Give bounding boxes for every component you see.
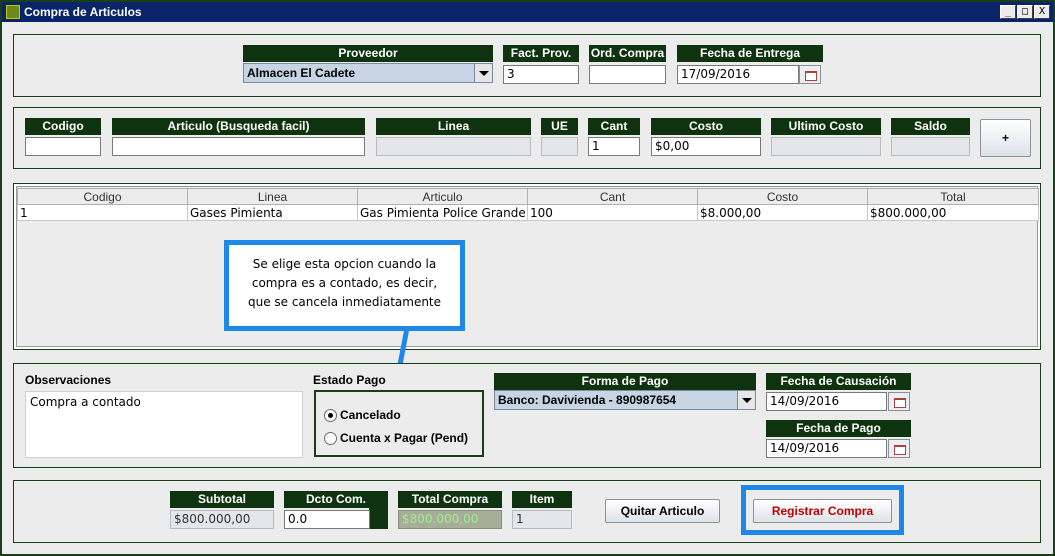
total-compra-header: Total Compra [398, 491, 502, 508]
dcto-input[interactable]: 0.0 [284, 510, 370, 529]
proveedor-value: Almacen El Cadete [247, 66, 356, 80]
registrar-compra-button[interactable]: Registrar Compra [753, 499, 892, 523]
column-header-cant[interactable]: Cant [527, 188, 698, 205]
compra-window: Compra de Articulos _ □ X Proveedor Alma… [0, 0, 1055, 556]
cell-costo[interactable]: $8.000,00 [697, 204, 868, 221]
estado-pago-label: Estado Pago [313, 373, 386, 387]
fecha-causacion-header: Fecha de Causación [766, 373, 911, 390]
costo-header: Costo [651, 118, 761, 135]
annotation-callout: Se elige esta opcion cuando la compra es… [224, 240, 465, 331]
linea-header: Linea [376, 118, 531, 135]
calendar-icon[interactable] [799, 65, 821, 84]
proveedor-header: Proveedor [243, 45, 493, 62]
app-icon [6, 5, 20, 19]
codigo-header: Codigo [25, 118, 101, 135]
callout-line-1: Se elige esta opcion cuando la [252, 257, 437, 271]
observaciones-label: Observaciones [25, 373, 112, 387]
cant-header: Cant [588, 118, 640, 135]
forma-pago-header: Forma de Pago [494, 373, 756, 390]
title-bar: Compra de Articulos _ □ X [2, 2, 1053, 22]
proveedor-select[interactable]: Almacen El Cadete [243, 63, 493, 83]
estado-pago-group [314, 390, 484, 457]
callout-line-2: compra es a contado, es decir, [251, 276, 438, 290]
forma-pago-value: Banco: Davivienda - 890987654 [498, 393, 677, 407]
fact-prov-input[interactable]: 3 [503, 65, 579, 84]
item-count-header: Item [512, 491, 572, 508]
ord-compra-input[interactable] [589, 65, 666, 84]
chevron-down-icon[interactable] [737, 391, 755, 409]
linea-field [376, 137, 531, 156]
column-header-articulo[interactable]: Articulo [357, 188, 528, 205]
table-row[interactable]: 1 Gases Pimienta Gas Pimienta Police Gra… [17, 204, 1039, 221]
chevron-down-icon[interactable] [474, 64, 492, 82]
items-table: Codigo Linea Articulo Cant Costo Total 1… [17, 188, 1039, 221]
articulo-search-input[interactable] [112, 137, 365, 156]
costo-input[interactable]: $0,00 [651, 137, 761, 156]
callout-line-3: que se cancela inmediatamente [247, 295, 442, 309]
radio-cancelado[interactable] [324, 409, 337, 422]
fecha-pago-input[interactable]: 14/09/2016 [766, 439, 887, 458]
cant-input[interactable]: 1 [588, 137, 640, 156]
fecha-entrega-header: Fecha de Entrega [677, 45, 823, 62]
subtotal-header: Subtotal [170, 491, 274, 508]
saldo-header: Saldo [891, 118, 970, 135]
total-compra-field: $800.000,00 [398, 510, 502, 529]
observaciones-textarea[interactable]: Compra a contado [25, 391, 303, 458]
cell-total[interactable]: $800.000,00 [867, 204, 1039, 221]
fact-prov-header: Fact. Prov. [503, 45, 579, 62]
ultimo-costo-field [771, 137, 881, 156]
minimize-button[interactable]: _ [1000, 5, 1016, 19]
add-item-button[interactable]: + [980, 119, 1031, 157]
radio-cancelado-label[interactable]: Cancelado [340, 408, 401, 422]
ord-compra-header: Ord. Compra [589, 45, 666, 62]
column-header-total[interactable]: Total [867, 188, 1039, 205]
articulo-header: Articulo (Busqueda facil) [112, 118, 365, 135]
window-title: Compra de Articulos [24, 5, 142, 19]
fecha-pago-header: Fecha de Pago [766, 420, 911, 437]
radio-cuenta-pagar[interactable] [324, 432, 337, 445]
fecha-causacion-input[interactable]: 14/09/2016 [766, 392, 887, 411]
codigo-input[interactable] [25, 137, 101, 156]
cell-linea[interactable]: Gases Pimienta [187, 204, 358, 221]
maximize-button[interactable]: □ [1017, 5, 1033, 19]
item-count-field: 1 [512, 510, 572, 529]
dcto-accent [369, 508, 388, 529]
quitar-articulo-button[interactable]: Quitar Articulo [605, 499, 720, 523]
ue-header: UE [541, 118, 578, 135]
radio-cuenta-pagar-label[interactable]: Cuenta x Pagar (Pend) [340, 431, 468, 445]
calendar-icon[interactable] [888, 439, 910, 458]
close-button[interactable]: X [1034, 5, 1050, 19]
cell-cant[interactable]: 100 [527, 204, 698, 221]
subtotal-field: $800.000,00 [170, 510, 274, 529]
saldo-field [891, 137, 970, 156]
cell-articulo[interactable]: Gas Pimienta Police Grande [357, 204, 528, 221]
calendar-icon[interactable] [888, 392, 910, 411]
column-header-costo[interactable]: Costo [697, 188, 868, 205]
forma-pago-select[interactable]: Banco: Davivienda - 890987654 [494, 390, 756, 410]
dcto-header: Dcto Com. [284, 491, 388, 508]
cell-codigo[interactable]: 1 [17, 204, 188, 221]
column-header-linea[interactable]: Linea [187, 188, 358, 205]
column-header-codigo[interactable]: Codigo [17, 188, 188, 205]
ue-field [541, 137, 578, 156]
fecha-entrega-input[interactable]: 17/09/2016 [677, 65, 799, 84]
ultimo-costo-header: Ultimo Costo [771, 118, 881, 135]
